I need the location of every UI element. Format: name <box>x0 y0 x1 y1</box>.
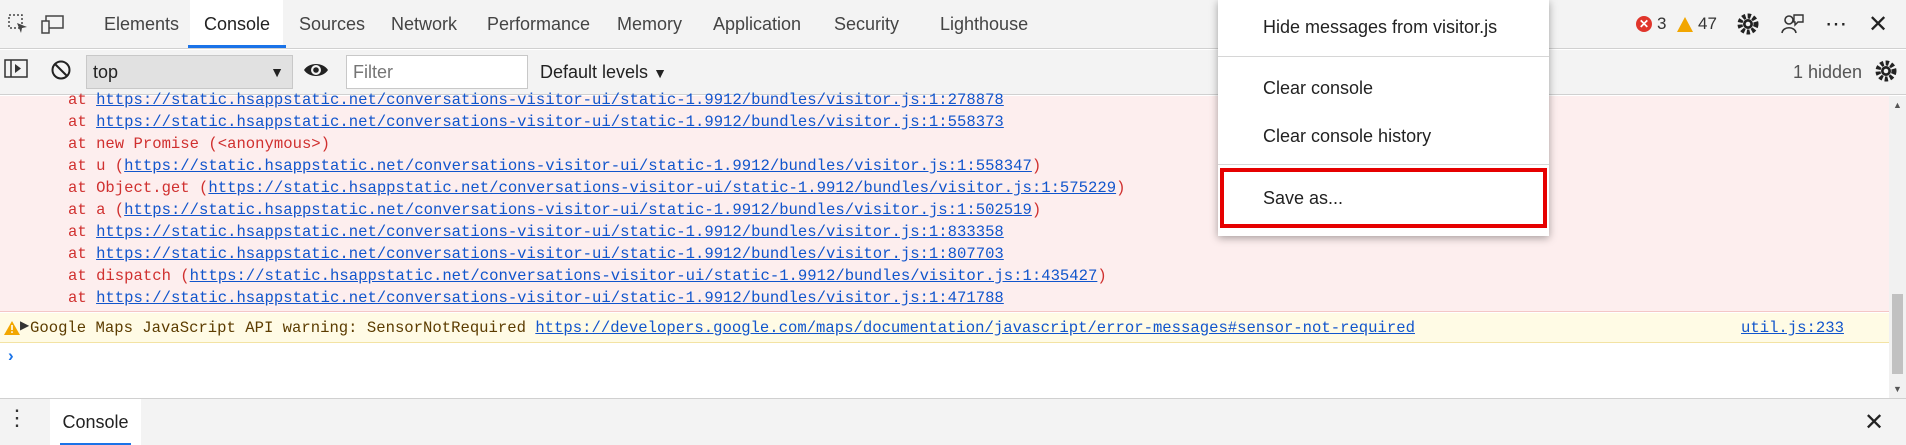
error-count: 3 <box>1657 14 1667 33</box>
menu-separator <box>1218 56 1549 57</box>
scroll-up-arrow-icon[interactable]: ▲ <box>1893 100 1902 110</box>
close-devtools-icon[interactable]: ✕ <box>1864 10 1892 38</box>
menu-item-clear-console[interactable]: Clear console <box>1218 68 1549 108</box>
source-link[interactable]: https://static.hsappstatic.net/conversat… <box>124 157 1032 175</box>
stack-line: at u (https://static.hsappstatic.net/con… <box>68 157 1042 175</box>
hidden-count: 1 hidden <box>1793 62 1863 82</box>
device-toolbar-icon[interactable] <box>39 10 67 38</box>
warning-link[interactable]: https://developers.google.com/maps/docum… <box>535 319 1415 337</box>
tab-performance[interactable]: Performance <box>485 0 592 48</box>
drawer-more-icon[interactable]: ⋮ <box>6 405 29 431</box>
stack-line: at a (https://static.hsappstatic.net/con… <box>68 201 1042 219</box>
warning-message: ▶ Google Maps JavaScript API warning: Se… <box>0 313 1889 343</box>
chevron-down-icon: ▼ <box>270 64 284 80</box>
feedback-icon[interactable] <box>1778 10 1806 38</box>
tab-memory[interactable]: Memory <box>615 0 684 48</box>
error-stack-trace: at https://static.hsappstatic.net/conver… <box>0 91 1889 312</box>
tab-lighthouse[interactable]: Lighthouse <box>938 0 1030 48</box>
warning-triangle-icon <box>4 321 20 340</box>
error-icon: ✕ <box>1636 16 1652 32</box>
source-link[interactable]: https://static.hsappstatic.net/conversat… <box>96 223 1004 241</box>
close-drawer-icon[interactable]: ✕ <box>1864 408 1884 437</box>
filter-input[interactable] <box>346 55 528 89</box>
tab-console[interactable]: Console <box>187 0 287 48</box>
log-levels-label: Default levels <box>540 62 649 82</box>
clear-console-icon[interactable] <box>50 59 72 86</box>
menu-separator <box>1218 164 1549 165</box>
tab-sources[interactable]: Sources <box>297 0 367 48</box>
tab-application[interactable]: Application <box>711 0 803 48</box>
scrollbar-thumb[interactable] <box>1892 294 1903 374</box>
source-link[interactable]: https://static.hsappstatic.net/conversat… <box>96 245 1004 263</box>
stack-line: at https://static.hsappstatic.net/conver… <box>68 289 1004 307</box>
menu-item-hide-messages[interactable]: Hide messages from visitor.js <box>1218 7 1549 47</box>
highlight-box <box>1220 168 1547 228</box>
context-selector[interactable]: top ▼ <box>86 55 293 89</box>
settings-gear-icon[interactable] <box>1734 10 1762 38</box>
source-link[interactable]: https://static.hsappstatic.net/conversat… <box>96 91 1004 109</box>
warning-count: 47 <box>1698 14 1717 33</box>
stack-line: at https://static.hsappstatic.net/conver… <box>68 223 1004 241</box>
scroll-down-arrow-icon[interactable]: ▼ <box>1893 384 1902 394</box>
source-link[interactable]: https://static.hsappstatic.net/conversat… <box>208 179 1116 197</box>
source-link[interactable]: https://static.hsappstatic.net/conversat… <box>96 289 1004 307</box>
stack-line: at https://static.hsappstatic.net/conver… <box>68 113 1004 131</box>
console-prompt-icon[interactable]: › <box>8 346 14 366</box>
error-count-badge[interactable]: ✕ 3 <box>1636 14 1666 34</box>
expand-triangle-icon[interactable]: ▶ <box>20 318 29 332</box>
tab-security[interactable]: Security <box>832 0 901 48</box>
source-link[interactable]: https://static.hsappstatic.net/conversat… <box>190 267 1098 285</box>
levels-chevron-down-icon: ▼ <box>653 65 667 81</box>
context-menu: Hide messages from visitor.js Clear cons… <box>1218 0 1549 236</box>
log-levels-dropdown[interactable]: Default levels ▼ <box>540 55 667 89</box>
show-sidebar-icon[interactable] <box>4 58 28 85</box>
console-output: at https://static.hsappstatic.net/conver… <box>0 91 1889 398</box>
stack-line: at https://static.hsappstatic.net/conver… <box>68 91 1004 109</box>
output-scrollbar[interactable]: ▲ ▼ <box>1889 96 1906 398</box>
live-expression-eye-icon[interactable] <box>303 59 329 86</box>
devtools-toolbar: Elements Console Sources Network Perform… <box>0 0 1906 49</box>
source-link[interactable]: https://static.hsappstatic.net/conversat… <box>96 113 1004 131</box>
stack-line: at https://static.hsappstatic.net/conver… <box>68 245 1004 263</box>
stack-line: at dispatch (https://static.hsappstatic.… <box>68 267 1107 285</box>
warning-count-badge[interactable]: 47 <box>1677 14 1717 34</box>
tab-elements[interactable]: Elements <box>102 0 181 48</box>
console-settings-gear-icon[interactable] <box>1874 59 1898 88</box>
context-selector-value: top <box>93 62 119 82</box>
drawer-tab-console[interactable]: Console <box>50 399 141 445</box>
warning-text: Google Maps JavaScript API warning: Sens… <box>30 319 1415 337</box>
more-options-icon[interactable]: ⋯ <box>1822 10 1850 38</box>
source-link[interactable]: https://static.hsappstatic.net/conversat… <box>124 201 1032 219</box>
warning-source-link[interactable]: util.js:233 <box>1741 317 1844 339</box>
tab-network[interactable]: Network <box>389 0 459 48</box>
stack-line: at new Promise (<anonymous>) <box>68 135 331 153</box>
warning-icon <box>1677 16 1693 32</box>
drawer: ⋮ Console ✕ <box>0 398 1906 445</box>
stack-line: at Object.get (https://static.hsappstati… <box>68 179 1126 197</box>
inspect-element-icon[interactable] <box>4 10 32 38</box>
menu-item-clear-history[interactable]: Clear console history <box>1218 116 1549 156</box>
